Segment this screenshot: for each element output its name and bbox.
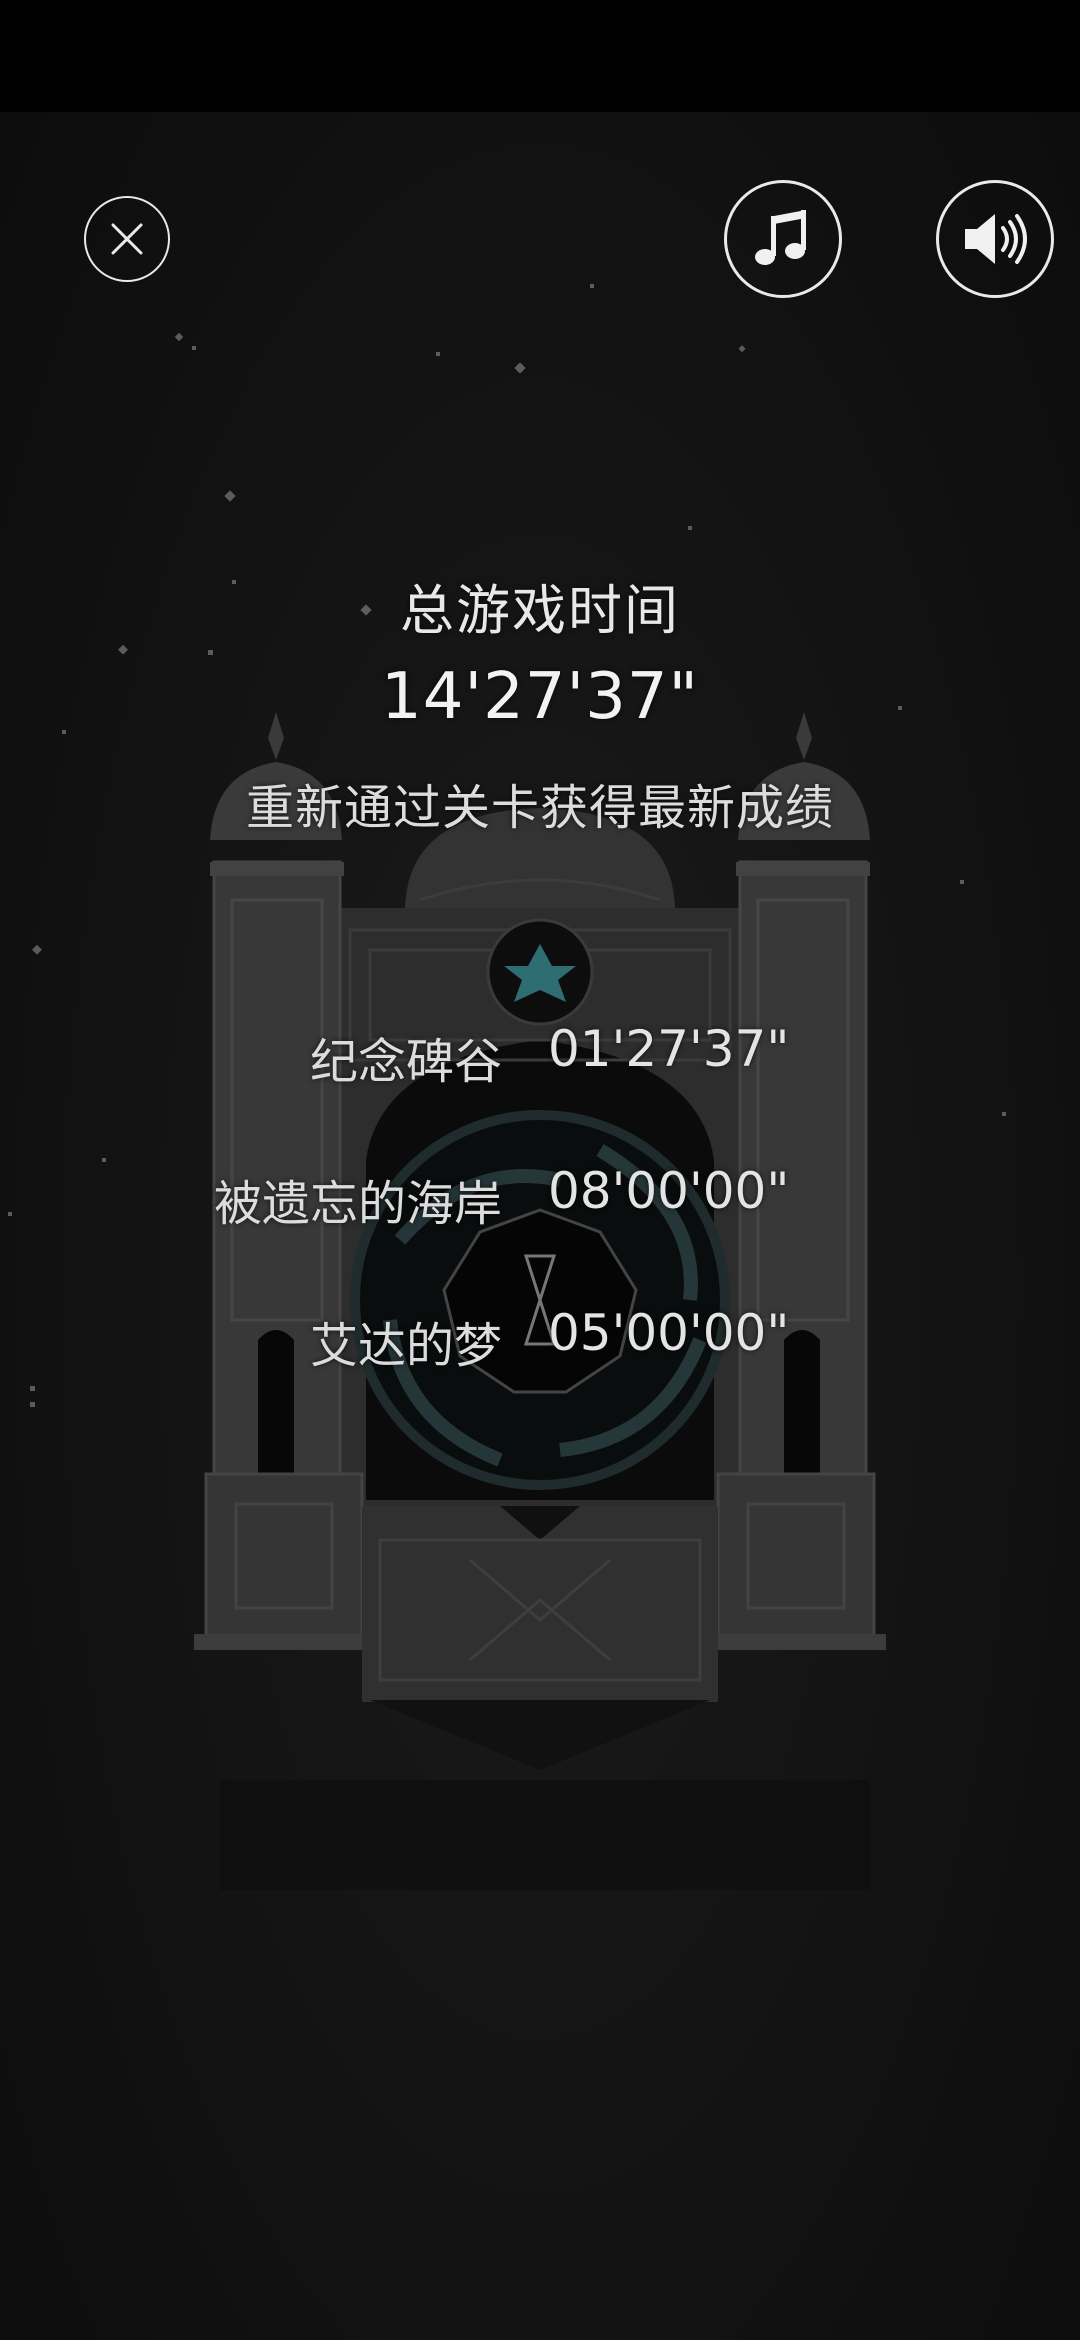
total-playtime-value: 14'27'37" bbox=[381, 660, 699, 734]
close-button[interactable] bbox=[84, 196, 170, 282]
speaker-icon bbox=[965, 214, 1027, 264]
game-screen: 总游戏时间 14'27'37" 重新通过关卡获得最新成绩 纪念碑谷 01'27'… bbox=[0, 0, 1080, 2340]
level-name: 艾达的梦 bbox=[309, 1318, 502, 1374]
level-time: 08'00'00" bbox=[548, 1162, 790, 1220]
sound-toggle-button[interactable] bbox=[936, 180, 1054, 298]
close-icon bbox=[111, 223, 143, 255]
level-time: 05'00'00" bbox=[548, 1304, 790, 1362]
replay-hint-text: 重新通过关卡获得最新成绩 bbox=[245, 780, 834, 836]
music-note-icon bbox=[755, 210, 806, 265]
level-name: 纪念碑谷 bbox=[309, 1034, 502, 1090]
total-playtime-title: 总游戏时间 bbox=[400, 579, 680, 642]
monument-illustration bbox=[194, 712, 886, 1890]
level-time: 01'27'37" bbox=[548, 1020, 790, 1078]
level-name: 被遗忘的海岸 bbox=[213, 1176, 502, 1232]
music-toggle-button[interactable] bbox=[724, 180, 842, 298]
